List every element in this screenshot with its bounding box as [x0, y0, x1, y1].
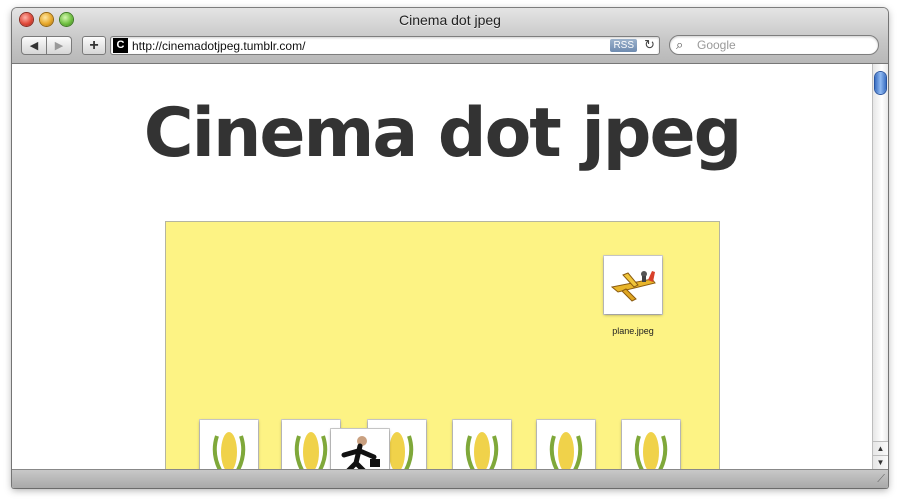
file-item[interactable]: plane.jpeg [604, 256, 662, 336]
back-button[interactable]: ◀ [21, 36, 47, 55]
plane-image-icon[interactable] [604, 256, 662, 314]
corn-image-icon[interactable] [537, 420, 595, 470]
corn-image-icon[interactable] [622, 420, 680, 470]
status-bar: ⟋ [12, 469, 888, 488]
search-placeholder: Google [697, 38, 736, 52]
running-man-image-icon[interactable] [331, 429, 389, 470]
yellow-desktop-area: plane.jpeg [165, 221, 720, 470]
thumbnail-item[interactable] [331, 429, 389, 470]
back-arrow-icon: ◀ [29, 40, 39, 52]
plus-icon: + [89, 36, 99, 54]
corn-image-icon[interactable] [453, 420, 511, 470]
scroll-up-button[interactable]: ▲ [873, 441, 888, 456]
resize-grip-icon[interactable]: ⟋ [877, 473, 885, 486]
thumbnail-item[interactable] [200, 420, 258, 470]
search-field[interactable]: ⌕ Google [669, 35, 879, 55]
title-toolbar: Cinema dot jpeg ◀ ▶ + C http://cinemadot… [12, 8, 888, 64]
rss-button[interactable]: RSS [610, 39, 637, 52]
thumbnail-item[interactable] [537, 420, 595, 470]
address-bar[interactable]: C http://cinemadotjpeg.tumblr.com/ RSS ↻ [110, 36, 660, 55]
url-text[interactable]: http://cinemadotjpeg.tumblr.com/ [132, 39, 305, 53]
site-favicon-icon: C [113, 38, 128, 53]
thumbnail-item[interactable] [453, 420, 511, 470]
reload-icon[interactable]: ↻ [644, 37, 655, 53]
search-icon[interactable]: ⌕ [676, 37, 683, 53]
browser-window: Cinema dot jpeg ◀ ▶ + C http://cinemadot… [12, 8, 888, 488]
scroll-thumb[interactable] [875, 72, 886, 94]
vertical-scrollbar[interactable]: ▲ ▼ [872, 64, 888, 470]
thumbnail-item[interactable] [622, 420, 680, 470]
window-title: Cinema dot jpeg [399, 12, 501, 28]
add-bookmark-button[interactable]: + [82, 36, 106, 55]
forward-arrow-icon: ▶ [54, 40, 64, 52]
file-name[interactable]: plane.jpeg [612, 326, 654, 336]
scroll-down-button[interactable]: ▼ [873, 455, 888, 470]
site-title[interactable]: Cinema dot jpeg [12, 94, 872, 173]
forward-button[interactable]: ▶ [47, 36, 72, 55]
corn-image-icon[interactable] [200, 420, 258, 470]
page-viewport: Cinema dot jpeg plane.jpeg [12, 64, 872, 470]
